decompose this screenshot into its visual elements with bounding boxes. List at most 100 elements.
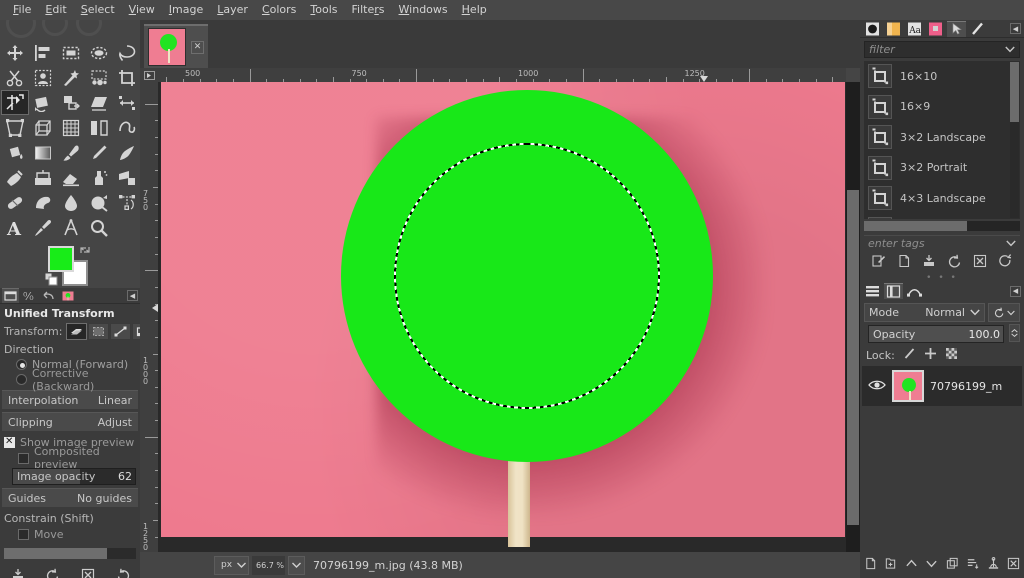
preset-list-hscrollbar[interactable] [864, 221, 1020, 231]
smudge-tool[interactable] [29, 190, 57, 215]
menu-image[interactable]: Image [162, 1, 210, 19]
gradient-tool[interactable] [29, 140, 57, 165]
handle-transform-tool[interactable] [113, 90, 141, 115]
airbrush-tool[interactable] [85, 165, 113, 190]
gradients-tab[interactable] [968, 21, 987, 37]
channels-tab[interactable] [884, 283, 903, 299]
radio-normal-forward[interactable] [16, 359, 27, 370]
device-status-tab[interactable]: ⁰⁄₀ [21, 288, 38, 303]
eraser-tool[interactable] [57, 165, 85, 190]
menu-file[interactable]: File [6, 1, 38, 19]
foreground-color-swatch[interactable] [48, 246, 74, 272]
guides-row[interactable]: Guides No guides [2, 488, 138, 507]
unified-transform-tool[interactable] [1, 90, 29, 115]
refresh-tool-presets-button[interactable] [998, 253, 1012, 271]
heal-tool[interactable] [1, 190, 29, 215]
transform-layer-button[interactable] [66, 323, 88, 340]
lollipop-candy-selection[interactable] [341, 90, 713, 462]
delete-tool-preset-button[interactable] [81, 568, 95, 578]
brushes-tab[interactable] [863, 21, 882, 37]
shear-tool[interactable] [85, 90, 113, 115]
menu-edit[interactable]: Edit [38, 1, 73, 19]
warp-transform-tool[interactable] [57, 115, 85, 140]
image-opacity-slider[interactable]: Image opacity 62 [12, 468, 136, 485]
edit-tool-preset-button[interactable] [872, 254, 886, 271]
bucket-fill-tool[interactable] [1, 140, 29, 165]
close-tab-button[interactable]: ✕ [191, 40, 204, 54]
ruler-origin-button[interactable] [140, 68, 158, 82]
vertical-ruler[interactable]: 750 1000 1250 [140, 82, 158, 552]
preset-list-item[interactable]: 4×3 Portrait [864, 214, 1020, 219]
canvas-vertical-scrollbar[interactable] [846, 82, 860, 552]
composited-preview-checkbox[interactable] [18, 452, 29, 464]
duplicate-tool-preset-button[interactable] [922, 254, 936, 271]
image-canvas[interactable] [161, 82, 845, 547]
menu-view[interactable]: View [122, 1, 162, 19]
clone-tool[interactable] [29, 165, 57, 190]
new-tool-preset-button[interactable] [897, 254, 911, 271]
by-color-select-tool[interactable] [85, 65, 113, 90]
text-tool[interactable]: A [1, 215, 29, 240]
composited-preview-row[interactable]: Composited preview [0, 445, 140, 471]
clipping-row[interactable]: Clipping Adjust [2, 412, 138, 431]
ellipse-select-tool[interactable] [85, 40, 113, 65]
anchor-layer-button[interactable] [987, 557, 1000, 573]
paintbrush-tool[interactable] [57, 140, 85, 165]
zoom-tool[interactable] [85, 215, 113, 240]
image-tab[interactable]: ✕ [144, 24, 208, 68]
tool-options-scrollbar[interactable] [4, 548, 136, 559]
canvas-viewport[interactable] [158, 82, 846, 552]
lock-pixels-button[interactable] [903, 347, 916, 363]
tool-preset-list[interactable]: 16×10 16×9 3×2 Landscape 3×2 Portrait 4×3 La… [864, 61, 1020, 219]
preset-list-scrollbar[interactable] [1010, 62, 1019, 218]
transform-path-button[interactable] [110, 323, 132, 340]
cage-transform-tool[interactable] [113, 115, 141, 140]
rectangle-select-tool[interactable] [57, 40, 85, 65]
radio-corrective-backward[interactable] [16, 374, 27, 385]
pencil-tool[interactable] [85, 140, 113, 165]
ink-tool[interactable] [113, 140, 141, 165]
zoom-dropdown-button[interactable] [288, 555, 306, 575]
layer-visibility-icon[interactable] [868, 379, 886, 394]
perspective-tool[interactable] [1, 115, 29, 140]
tags-input[interactable]: enter tags [864, 235, 1020, 251]
right-dock-menu-button[interactable]: ◀ [1010, 23, 1021, 34]
3d-transform-tool[interactable] [29, 115, 57, 140]
duplicate-layer-button[interactable] [946, 557, 959, 573]
reset-colors-icon[interactable] [44, 272, 58, 286]
unit-selector[interactable]: px [214, 555, 250, 575]
menu-help[interactable]: Help [455, 1, 494, 19]
free-select-tool[interactable] [113, 40, 141, 65]
crop-tool[interactable] [113, 65, 141, 90]
reset-tool-options-button[interactable] [116, 568, 130, 578]
layer-mode-selector[interactable]: Mode Normal [864, 303, 985, 322]
measure-tool[interactable] [57, 215, 85, 240]
layer-composite-mode-button[interactable] [988, 303, 1020, 322]
tool-options-tab[interactable] [2, 288, 19, 303]
menu-windows[interactable]: Windows [392, 1, 455, 19]
preset-list-item[interactable]: 3×2 Landscape [864, 122, 1020, 153]
blur-sharpen-tool[interactable] [57, 190, 85, 215]
constrain-move-row[interactable]: Move [0, 526, 140, 542]
menu-layer[interactable]: Layer [210, 1, 255, 19]
mypaint-brush-tool[interactable] [1, 165, 29, 190]
tool-options-menu-button[interactable]: ◀ [127, 290, 138, 301]
foreground-select-tool[interactable] [29, 65, 57, 90]
rotate-tool[interactable] [29, 90, 57, 115]
lower-layer-button[interactable] [925, 557, 938, 573]
restore-tool-preset-button[interactable] [948, 254, 962, 271]
delete-tool-preset-button[interactable] [973, 254, 987, 271]
fuzzy-select-tool[interactable] [57, 65, 85, 90]
move-tool[interactable] [1, 40, 29, 65]
constrain-move-checkbox[interactable] [18, 528, 29, 540]
menu-select[interactable]: Select [74, 1, 122, 19]
menu-tools[interactable]: Tools [303, 1, 344, 19]
images-tab[interactable] [59, 288, 76, 303]
patterns-tab[interactable] [884, 21, 903, 37]
zoom-selector[interactable]: 66.7 % [252, 555, 286, 575]
layer-opacity-slider[interactable]: Opacity 100.0 [868, 325, 1004, 343]
interpolation-row[interactable]: Interpolation Linear [2, 390, 138, 409]
layers-tab[interactable] [863, 283, 882, 299]
delete-layer-button[interactable] [1007, 557, 1020, 573]
layers-dock-menu-button[interactable]: ◀ [1010, 285, 1021, 297]
